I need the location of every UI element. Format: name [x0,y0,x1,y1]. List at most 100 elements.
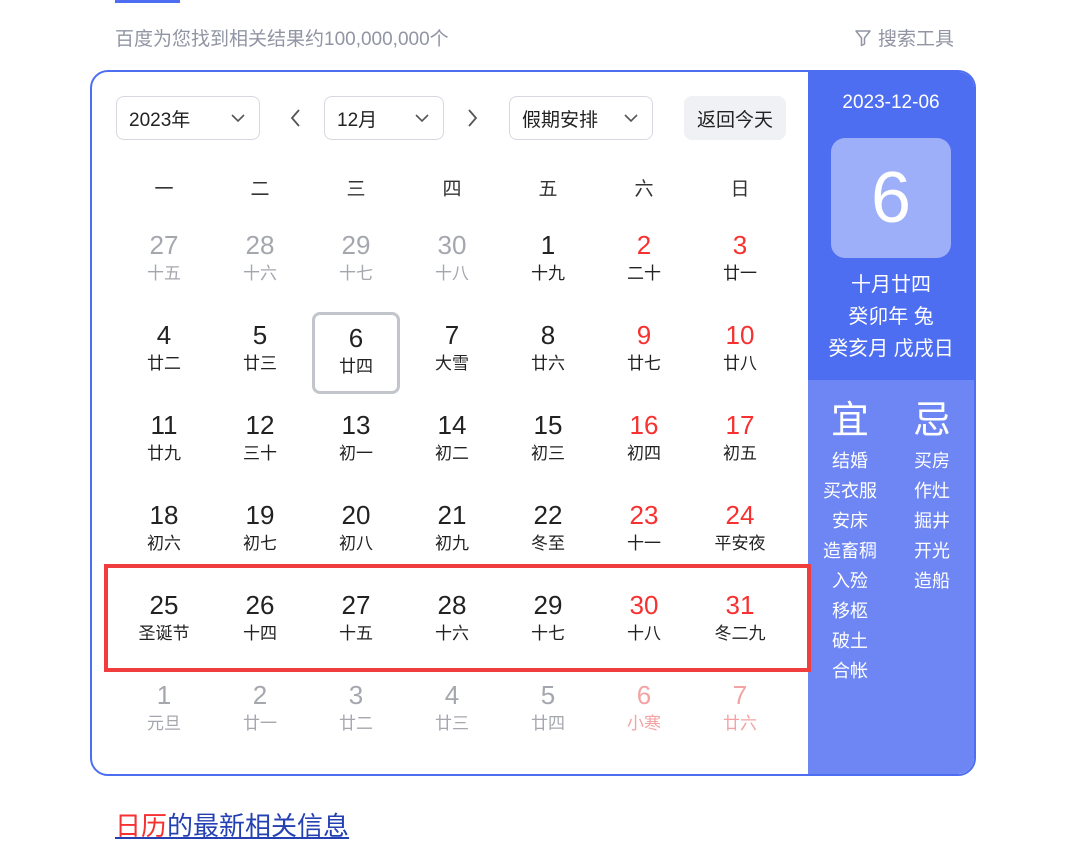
detail-lunar-date: 十月廿四 [851,274,931,296]
day-number: 5 [252,320,268,350]
related-info-link[interactable]: 日历的最新相关信息 [115,806,349,843]
lunar-label: 冬二九 [714,624,766,643]
day-number: 9 [636,320,652,350]
calendar-day[interactable]: 16 初四 [600,402,688,484]
chevron-down-icon [624,114,638,123]
lunar-label: 十八 [627,624,661,643]
weekday-label: 四 [442,179,462,200]
calendar-day[interactable]: 31 冬二九 [696,582,784,664]
search-tools-label: 搜索工具 [877,29,954,50]
lunar-label: 廿九 [147,444,181,463]
lunar-label: 廿三 [243,354,277,373]
calendar-day[interactable]: 29 十七 [504,582,592,664]
lunar-label: 十七 [531,624,565,643]
month-select-value: 12月 [337,109,378,131]
prev-month-button[interactable] [282,104,310,132]
calendar-day[interactable]: 17 初五 [696,402,784,484]
day-detail-panel: 2023-12-06 6 十月廿四 癸卯年 兔 癸亥月 戊戌日 宜 结婚 买衣服安… [808,72,974,774]
calendar-day[interactable]: 30 十八 [408,222,496,304]
day-number: 27 [341,590,371,620]
calendar-day[interactable]: 25 圣诞节 [120,582,208,664]
chevron-down-icon [415,114,429,123]
calendar-day[interactable]: 5 廿四 [504,672,592,754]
calendar-day[interactable]: 1 元旦 [120,672,208,754]
calendar-day[interactable]: 15 初三 [504,402,592,484]
calendar-day[interactable]: 30 十八 [600,582,688,664]
calendar-day[interactable]: 26 十四 [216,582,304,664]
calendar-day[interactable]: 27 十五 [312,582,400,664]
calendar-day[interactable]: 7 廿六 [696,672,784,754]
day-number: 6 [636,680,652,710]
calendar-day[interactable]: 3 廿一 [696,222,784,304]
search-tools-button[interactable]: 搜索工具 [854,24,954,51]
calendar-day[interactable]: 4 廿三 [408,672,496,754]
lunar-label: 元旦 [147,714,181,733]
lunar-label: 二十 [627,264,661,283]
calendar-day[interactable]: 28 十六 [408,582,496,664]
ji-item: 买房 [914,451,950,471]
day-number: 31 [725,590,755,620]
yi-item: 安床 [832,511,868,531]
day-number: 29 [533,590,563,620]
calendar-day[interactable]: 9 廿七 [600,312,688,394]
calendar-day[interactable]: 8 廿六 [504,312,592,394]
calendar-day[interactable]: 5 廿三 [216,312,304,394]
day-number: 14 [437,410,467,440]
calendar-day[interactable]: 28 十六 [216,222,304,304]
lunar-label: 十九 [531,264,565,283]
lunar-label: 廿四 [531,714,565,733]
calendar-day[interactable]: 13 初一 [312,402,400,484]
lunar-label: 廿二 [339,714,373,733]
yi-item: 造畜稠 [823,541,877,561]
calendar-day[interactable]: 4 廿二 [120,312,208,394]
calendar-day[interactable]: 14 初二 [408,402,496,484]
calendar-day[interactable]: 18 初六 [120,492,208,574]
calendar-day[interactable]: 24 平安夜 [696,492,784,574]
calendar-day[interactable]: 10 廿八 [696,312,784,394]
calendar-day[interactable]: 3 廿二 [312,672,400,754]
day-number: 6 [348,323,364,353]
calendar-day[interactable]: 22 冬至 [504,492,592,574]
yi-item: 入殓 [832,571,868,591]
year-select[interactable]: 2023年 [116,96,260,140]
month-select[interactable]: 12月 [324,96,444,140]
yi-item: 破土 [832,631,868,651]
day-number: 24 [725,500,755,530]
calendar-day[interactable]: 27 十五 [120,222,208,304]
day-number: 3 [348,680,364,710]
calendar-day[interactable]: 29 十七 [312,222,400,304]
lunar-label: 廿六 [531,354,565,373]
calendar-day[interactable]: 19 初七 [216,492,304,574]
day-number: 26 [245,590,275,620]
calendar-day[interactable]: 20 初八 [312,492,400,574]
back-to-today-button[interactable]: 返回今天 [684,96,786,140]
calendar-day[interactable]: 11 廿九 [120,402,208,484]
day-number: 8 [540,320,556,350]
calendar-day[interactable]: 21 初九 [408,492,496,574]
lunar-label: 十一 [627,534,661,553]
holiday-select[interactable]: 假期安排 [509,96,653,140]
calendar-day[interactable]: 6 小寒 [600,672,688,754]
calendar-day[interactable]: 23 十一 [600,492,688,574]
calendar-day[interactable]: 12 三十 [216,402,304,484]
calendar-day[interactable]: 2 廿一 [216,672,304,754]
ji-column: 忌 买房 作灶 掘井 开光 造船 [892,398,972,596]
weekday-label: 日 [730,179,750,200]
calendar-day-selected[interactable]: 6 廿四 [312,312,400,394]
lunar-label: 初九 [435,534,469,553]
yi-item: 结婚 [832,451,868,471]
calendar-day[interactable]: 1 十九 [504,222,592,304]
yi-item: 移柩 [832,601,868,621]
calendar-day[interactable]: 7 大雪 [408,312,496,394]
day-number: 25 [149,590,179,620]
lunar-label: 廿一 [243,714,277,733]
lunar-label: 十六 [435,624,469,643]
active-tab-underline [115,0,180,3]
next-month-button[interactable] [458,104,486,132]
calendar-day[interactable]: 2 二十 [600,222,688,304]
lunar-label: 初一 [339,444,373,463]
lunar-label: 十五 [147,264,181,283]
day-number: 19 [245,500,275,530]
lunar-label: 初七 [243,534,277,553]
lunar-label: 十五 [339,624,373,643]
